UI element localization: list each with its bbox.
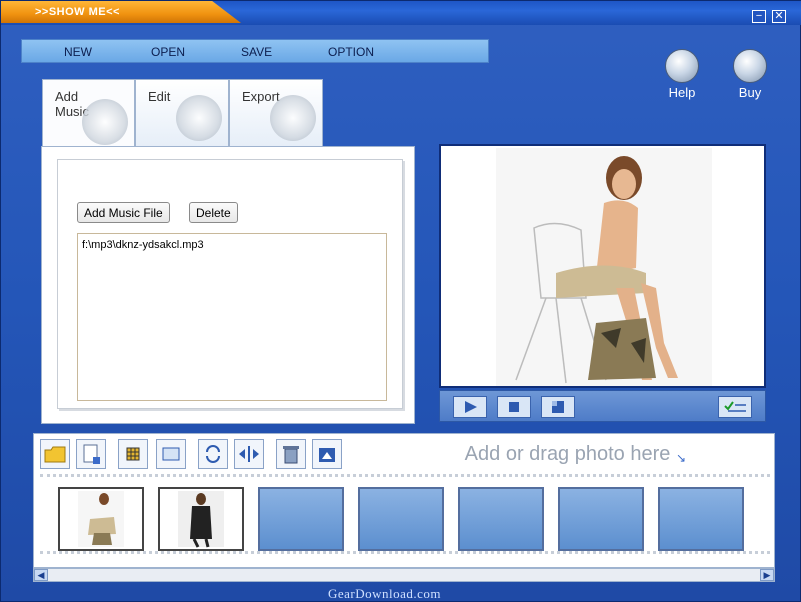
music-panel-inner: Add Music File Delete f:\mp3\dknz-ydsakc… xyxy=(57,159,403,409)
trash-icon xyxy=(283,446,299,464)
pause-button[interactable] xyxy=(541,396,575,418)
photo-drop-hint: Add or drag photo here ↘ xyxy=(465,443,686,466)
toggle-button[interactable] xyxy=(718,396,752,418)
photo-slot-6[interactable] xyxy=(558,487,644,551)
rotate-icon xyxy=(206,445,220,463)
scroll-left-arrow-icon[interactable]: ◀ xyxy=(34,569,48,581)
photo-thumb xyxy=(60,489,142,549)
play-button[interactable] xyxy=(453,396,487,418)
play-icon xyxy=(465,401,477,413)
list-item[interactable]: f:\mp3\dknz-ydsakcl.mp3 xyxy=(82,239,204,251)
app-window: >>SHOW ME<< − ✕ NEW OPEN SAVE OPTION Hel… xyxy=(0,0,801,602)
window-title: >>SHOW ME<< xyxy=(35,6,120,18)
preview-photo xyxy=(496,148,712,386)
photo-strip-panel: Add or drag photo here ↘ xyxy=(33,433,775,568)
music-file-list[interactable]: f:\mp3\dknz-ydsakcl.mp3 xyxy=(77,233,387,401)
photo-slot-3[interactable] xyxy=(258,487,344,551)
frame-view-button[interactable] xyxy=(156,439,186,469)
menu-bar: NEW OPEN SAVE OPTION xyxy=(21,39,489,63)
tab-edit-label: Edit xyxy=(148,89,171,104)
flip-icon xyxy=(239,446,259,462)
menu-open[interactable]: OPEN xyxy=(151,45,185,59)
music-panel: Add Music File Delete f:\mp3\dknz-ydsakc… xyxy=(41,146,415,424)
folder-icon xyxy=(44,446,66,463)
add-page-icon xyxy=(83,444,100,464)
photo-preview xyxy=(439,144,766,388)
minimize-button[interactable]: − xyxy=(752,10,766,23)
grid-icon xyxy=(126,447,140,461)
buy-button[interactable]: Buy xyxy=(727,49,773,100)
down-arrow-icon: ↘ xyxy=(675,451,686,465)
photo-thumb xyxy=(160,489,242,549)
pause-icon xyxy=(552,401,564,413)
buy-icon xyxy=(733,49,767,83)
tab-edit[interactable]: Edit xyxy=(135,79,229,147)
rotate-button[interactable] xyxy=(198,439,228,469)
photo-slot-5[interactable] xyxy=(458,487,544,551)
photo-slot-4[interactable] xyxy=(358,487,444,551)
player-controls xyxy=(439,390,766,422)
menu-new[interactable]: NEW xyxy=(64,45,92,59)
add-photo-button[interactable] xyxy=(76,439,106,469)
delete-button[interactable]: Delete xyxy=(189,202,238,223)
photo-delete-icon xyxy=(319,448,335,462)
help-icon xyxy=(665,49,699,83)
toggle-icon xyxy=(724,401,746,412)
stop-button[interactable] xyxy=(497,396,531,418)
buy-label: Buy xyxy=(738,85,762,100)
scroll-right-arrow-icon[interactable]: ▶ xyxy=(760,569,774,581)
trash-button[interactable] xyxy=(276,439,306,469)
horizontal-scrollbar[interactable]: ◀ ▶ xyxy=(33,568,775,582)
music-disc-icon xyxy=(82,99,128,145)
photo-strip xyxy=(40,474,770,554)
tab-add-music[interactable]: Add Music xyxy=(42,79,135,151)
close-button[interactable]: ✕ xyxy=(772,10,786,23)
open-folder-button[interactable] xyxy=(40,439,70,469)
frame-icon xyxy=(162,447,180,461)
add-music-file-button[interactable]: Add Music File xyxy=(77,202,170,223)
title-bar: >>SHOW ME<< − ✕ xyxy=(1,1,801,25)
help-label: Help xyxy=(668,85,696,100)
photo-slot-7[interactable] xyxy=(658,487,744,551)
help-button[interactable]: Help xyxy=(659,49,705,100)
flip-button[interactable] xyxy=(234,439,264,469)
menu-option[interactable]: OPTION xyxy=(328,45,374,59)
printer-icon xyxy=(270,95,316,141)
watermark: GearDownload.com xyxy=(328,586,442,601)
photo-slot-1[interactable] xyxy=(58,487,144,551)
drop-hint-text: Add or drag photo here xyxy=(464,443,671,465)
tab-export[interactable]: Export xyxy=(229,79,323,147)
film-reel-icon xyxy=(176,95,222,141)
stop-icon xyxy=(509,402,519,412)
tab-export-label: Export xyxy=(242,89,280,104)
grid-view-button[interactable] xyxy=(118,439,148,469)
photo-trash-button[interactable] xyxy=(312,439,342,469)
photo-slot-2[interactable] xyxy=(158,487,244,551)
menu-save[interactable]: SAVE xyxy=(241,45,272,59)
